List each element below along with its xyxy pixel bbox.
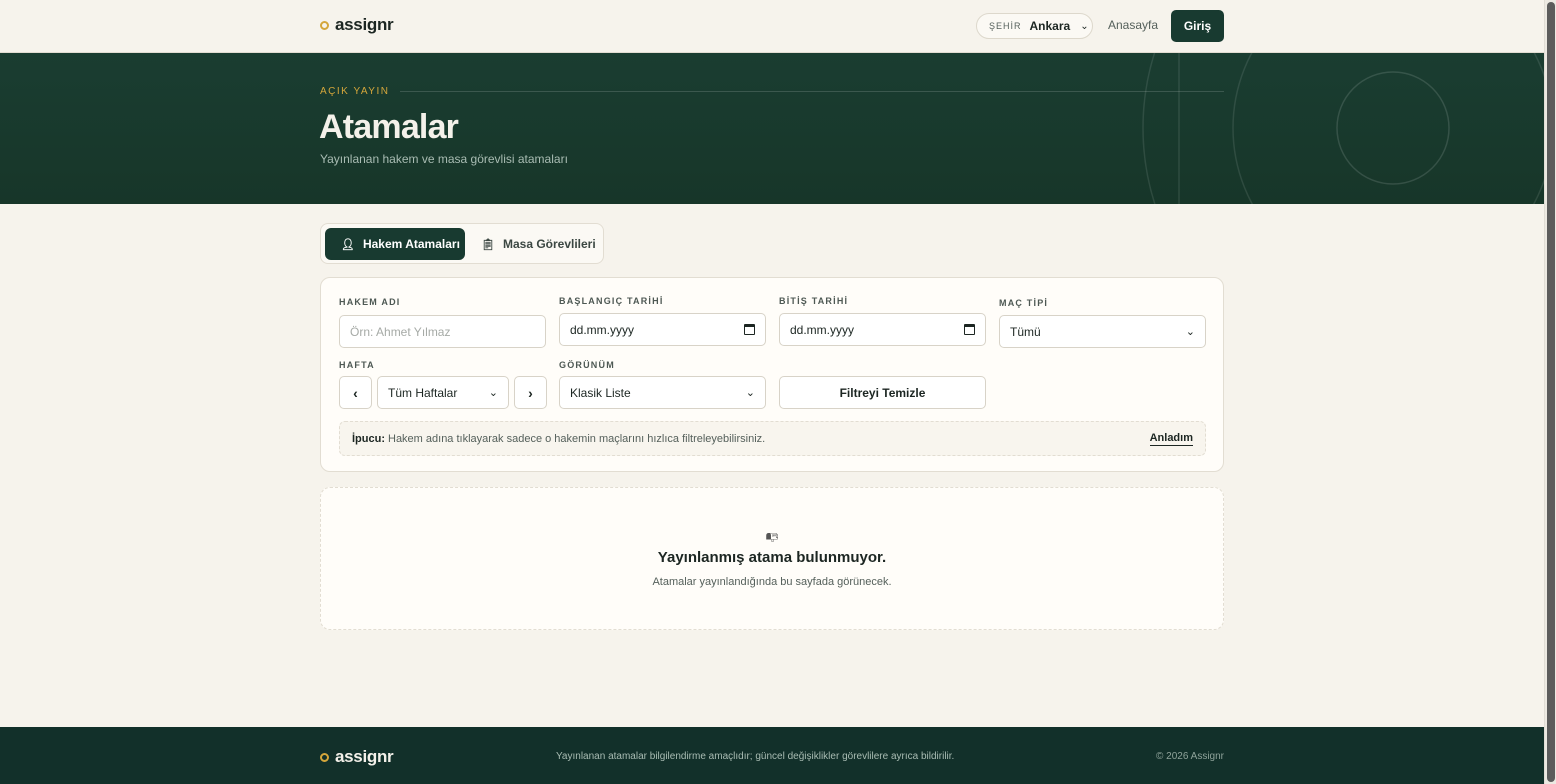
hero-banner: AÇIK YAYIN Atamalar Yayınlanan hakem ve … [0, 53, 1544, 204]
prev-week-button[interactable]: ‹ [339, 376, 372, 409]
empty-state: 📭︎ Yayınlanmış atama bulunmuyor. Atamala… [320, 487, 1224, 630]
city-value: Ankara [1029, 19, 1071, 33]
scrollbar-thumb[interactable] [1547, 2, 1555, 782]
week-select[interactable]: Tüm Haftalar ⌄ [377, 376, 509, 409]
chevron-down-icon: ⌄ [1185, 326, 1195, 338]
week-value: Tüm Haftalar [388, 385, 458, 400]
login-button[interactable]: Giriş [1171, 10, 1224, 42]
eyebrow-divider [400, 91, 1224, 92]
end-date-value: dd.mm.yyyy [790, 322, 855, 337]
tab-label: Masa Görevlileri [502, 237, 596, 251]
referee-name-label: HAKEM ADI [339, 297, 401, 307]
tip-prefix: İpucu: [352, 432, 385, 445]
logo-ring-icon [320, 752, 329, 762]
brand-logo[interactable]: assignr [320, 15, 394, 35]
view-value: Klasik Liste [570, 385, 631, 400]
footer-logo[interactable]: assignr [320, 747, 394, 767]
tip-banner: İpucu: Hakem adına tıklayarak sadece o h… [339, 421, 1206, 456]
page: assignr ŞEHİR Ankara ⌄ Anasayfa Giriş AÇ… [0, 0, 1544, 784]
assignment-tabs: 👤︎ Hakem Atamaları 📋︎ Masa Görevlileri [320, 223, 604, 264]
end-date-input[interactable]: dd.mm.yyyy [779, 313, 986, 346]
court-lines-decoration [1142, 53, 1544, 204]
calendar-icon[interactable] [744, 324, 755, 335]
footer-note: Yayınlanan atamalar bilgilendirme amaçlı… [556, 751, 955, 762]
footer-copyright: © 2026 Assignr [1156, 751, 1224, 762]
calendar-icon[interactable] [964, 324, 975, 335]
chevron-down-icon: ⌄ [1080, 20, 1089, 32]
clipboard-icon: 📋︎ [481, 238, 495, 251]
match-type-label: MAÇ TİPİ [999, 298, 1049, 308]
clear-filters-button[interactable]: Filtreyi Temizle [779, 376, 986, 409]
page-subtitle: Yayınlanan hakem ve masa görevlisi atama… [320, 152, 568, 166]
tab-table-officials[interactable]: 📋︎ Masa Görevlileri [481, 228, 596, 260]
match-type-select[interactable]: Tümü ⌄ [999, 315, 1206, 348]
person-icon: 👤︎ [341, 238, 355, 251]
start-date-label: BAŞLANGIÇ TARİHİ [559, 296, 664, 306]
tip-text: Hakem adına tıklayarak sadece o hakemin … [388, 432, 766, 445]
city-selector[interactable]: ŞEHİR Ankara ⌄ [976, 13, 1093, 39]
nav-link-home[interactable]: Anasayfa [1108, 18, 1158, 32]
week-label: HAFTA [339, 360, 375, 370]
page-scrollbar[interactable] [1544, 0, 1556, 784]
footer: assignr Yayınlanan atamalar bilgilendirm… [0, 727, 1544, 784]
dismiss-tip-button[interactable]: Anladım [1149, 432, 1193, 446]
filter-panel: HAKEM ADI Örn: Ahmet Yılmaz BAŞLANGIÇ TA… [320, 277, 1224, 472]
tab-referee-assignments[interactable]: 👤︎ Hakem Atamaları [325, 228, 465, 260]
tab-label: Hakem Atamaları [362, 237, 460, 251]
top-navbar: assignr ŞEHİR Ankara ⌄ Anasayfa Giriş [0, 0, 1544, 53]
city-label: ŞEHİR [989, 21, 1022, 31]
logo-ring-icon [320, 20, 329, 30]
brand-name: assignr [335, 747, 394, 766]
end-date-label: BİTİŞ TARİHİ [779, 296, 849, 306]
inbox-icon: 📭︎ [765, 531, 779, 543]
view-select[interactable]: Klasik Liste ⌄ [559, 376, 766, 409]
empty-state-title: Yayınlanmış atama bulunmuyor. [657, 549, 887, 566]
view-label: GÖRÜNÜM [559, 360, 615, 370]
next-week-button[interactable]: › [514, 376, 547, 409]
empty-state-subtitle: Atamalar yayınlandığında bu sayfada görü… [652, 576, 892, 588]
referee-name-input[interactable]: Örn: Ahmet Yılmaz [339, 315, 546, 348]
hero-eyebrow: AÇIK YAYIN [320, 86, 390, 97]
brand-name: assignr [335, 15, 394, 34]
page-title: Atamalar [319, 108, 459, 146]
start-date-input[interactable]: dd.mm.yyyy [559, 313, 766, 346]
match-type-value: Tümü [1010, 324, 1041, 339]
start-date-value: dd.mm.yyyy [570, 322, 635, 337]
chevron-down-icon: ⌄ [745, 387, 755, 399]
chevron-down-icon: ⌄ [488, 387, 498, 399]
